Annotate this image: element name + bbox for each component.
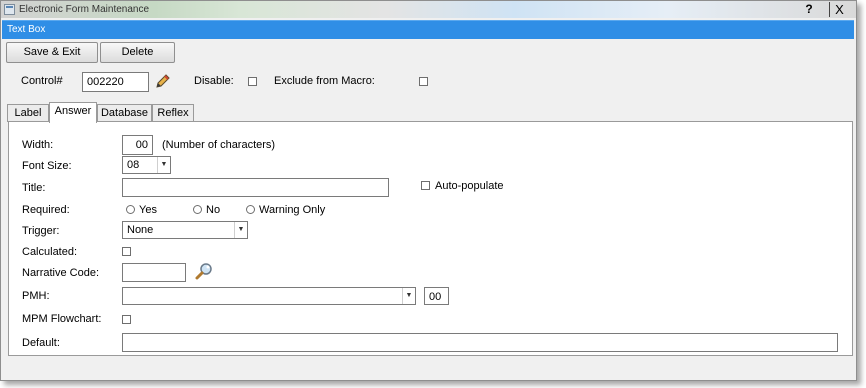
control-number-field[interactable]: 002220	[82, 72, 149, 92]
trigger-select[interactable]: None ▼	[122, 221, 248, 239]
default-field[interactable]	[122, 333, 838, 352]
pencil-icon[interactable]	[154, 72, 172, 90]
tab-database[interactable]: Database	[97, 104, 152, 122]
calculated-label: Calculated:	[22, 246, 78, 258]
font-size-select[interactable]: 08 ▼	[122, 156, 171, 174]
title-field[interactable]	[122, 178, 389, 197]
pmh-label: PMH:	[22, 290, 50, 302]
title-bar: Electronic Form Maintenance ? X	[1, 1, 856, 18]
section-header: Text Box	[2, 20, 854, 39]
mpm-flowchart-checkbox[interactable]	[122, 315, 131, 324]
required-warning-radio[interactable]	[246, 205, 255, 214]
form-maintenance-window: Electronic Form Maintenance ? X Text Box…	[0, 0, 857, 381]
auto-populate-label: Auto-populate	[435, 180, 504, 192]
close-button[interactable]: X	[829, 2, 849, 17]
disable-checkbox[interactable]	[248, 77, 257, 86]
section-title: Text Box	[7, 24, 46, 35]
pmh-select[interactable]: ▼	[122, 287, 416, 305]
font-size-label: Font Size:	[22, 160, 72, 172]
save-exit-button[interactable]: Save & Exit	[6, 42, 98, 63]
tab-label[interactable]: Label	[7, 104, 49, 122]
calculated-checkbox[interactable]	[122, 247, 131, 256]
control-number-label: Control#	[21, 75, 63, 87]
mpm-flowchart-label: MPM Flowchart:	[22, 313, 102, 325]
lookup-icon[interactable]	[194, 262, 214, 281]
chevron-down-icon[interactable]: ▼	[402, 288, 415, 304]
required-no-radio[interactable]	[193, 205, 202, 214]
font-size-value: 08	[127, 159, 140, 171]
chevron-down-icon[interactable]: ▼	[234, 222, 247, 238]
width-label: Width:	[22, 139, 54, 151]
title-label: Title:	[22, 182, 46, 194]
trigger-label: Trigger:	[22, 225, 60, 237]
auto-populate-checkbox[interactable]	[421, 181, 430, 190]
required-no-label: No	[206, 204, 221, 216]
width-hint: (Number of characters)	[162, 139, 276, 151]
required-yes-radio[interactable]	[126, 205, 135, 214]
chevron-down-icon[interactable]: ▼	[157, 157, 170, 173]
exclude-macro-label: Exclude from Macro:	[274, 75, 375, 87]
help-button[interactable]: ?	[801, 2, 817, 17]
required-warning-label: Warning Only	[259, 204, 326, 216]
delete-button[interactable]: Delete	[100, 42, 175, 63]
narrative-code-field[interactable]	[122, 263, 186, 282]
control-header: Control# 002220 Disable: Exclude from Ma…	[1, 67, 856, 97]
required-yes-label: Yes	[139, 204, 157, 216]
default-label: Default:	[22, 337, 60, 349]
trigger-value: None	[127, 224, 154, 236]
width-field[interactable]: 00	[122, 135, 153, 155]
answer-panel: Width: 00 (Number of characters) Font Si…	[8, 121, 853, 356]
narrative-code-label: Narrative Code:	[22, 267, 100, 279]
tab-reflex[interactable]: Reflex	[152, 104, 194, 122]
pmh-number-field[interactable]: 00	[424, 287, 449, 305]
window-title: Electronic Form Maintenance	[19, 4, 150, 15]
app-icon	[4, 4, 15, 15]
disable-label: Disable:	[194, 75, 234, 87]
exclude-macro-checkbox[interactable]	[419, 77, 428, 86]
tab-answer[interactable]: Answer	[49, 102, 97, 123]
toolbar: Save & Exit Delete	[1, 40, 856, 65]
required-label: Required:	[22, 204, 70, 216]
